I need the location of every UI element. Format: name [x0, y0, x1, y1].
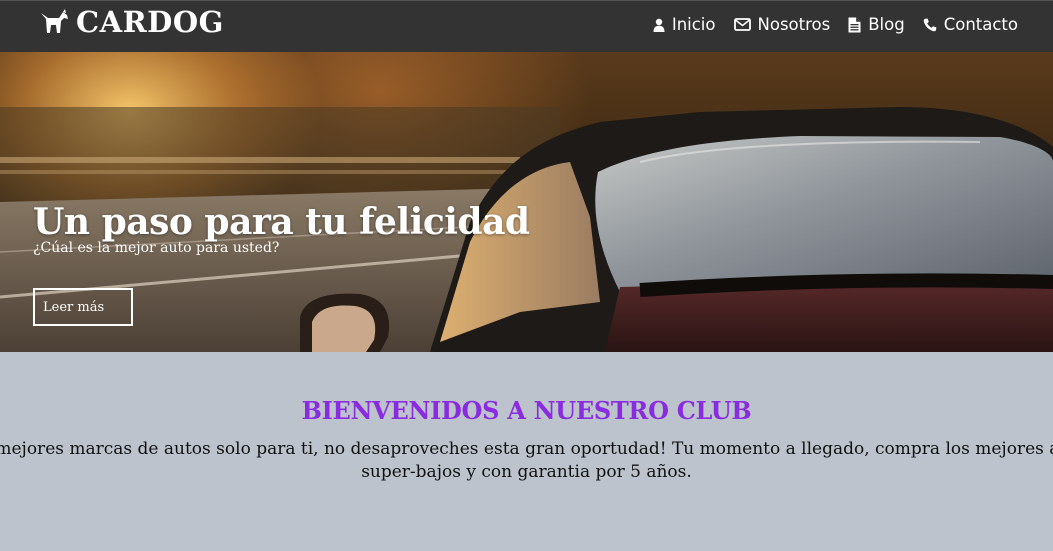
- hero-banner: Un paso para tu felicidad ¿Cúal es la me…: [0, 52, 1053, 352]
- welcome-text-line-2: super-bajos y con garantia por 5 años.: [361, 462, 692, 482]
- dog-icon: [41, 9, 68, 33]
- nav-item-contacto[interactable]: Contacto: [923, 15, 1018, 34]
- hero-content: Un paso para tu felicidad ¿Cúal es la me…: [33, 200, 530, 256]
- user-icon: [653, 18, 665, 32]
- welcome-section: BIENVENIDOS A NUESTRO CLUB os las mejore…: [0, 352, 1053, 551]
- nav-label-blog: Blog: [868, 15, 905, 34]
- read-more-button[interactable]: Leer más: [33, 288, 133, 326]
- welcome-title: BIENVENIDOS A NUESTRO CLUB: [301, 396, 752, 425]
- main-nav: Inicio Nosotros Blog Contacto: [653, 15, 1018, 34]
- nav-label-nosotros: Nosotros: [757, 15, 831, 34]
- nav-label-inicio: Inicio: [671, 15, 716, 34]
- nav-item-inicio[interactable]: Inicio: [653, 15, 716, 34]
- envelope-icon: [733, 18, 751, 31]
- nav-item-blog[interactable]: Blog: [848, 15, 905, 34]
- welcome-text: os las mejores marcas de autos solo para…: [0, 438, 1053, 484]
- nav-item-nosotros[interactable]: Nosotros: [733, 15, 831, 34]
- document-icon: [848, 17, 861, 32]
- phone-icon: [923, 18, 937, 31]
- nav-label-contacto: Contacto: [943, 15, 1018, 34]
- brand-logo[interactable]: CARDOG: [38, 5, 224, 39]
- navbar: CARDOG Inicio Nosotros Blog Contacto: [0, 0, 1053, 52]
- hero-title: Un paso para tu felicidad: [33, 201, 530, 243]
- brand-name: CARDOG: [76, 5, 224, 39]
- welcome-text-line-1: os las mejores marcas de autos solo para…: [0, 439, 1053, 459]
